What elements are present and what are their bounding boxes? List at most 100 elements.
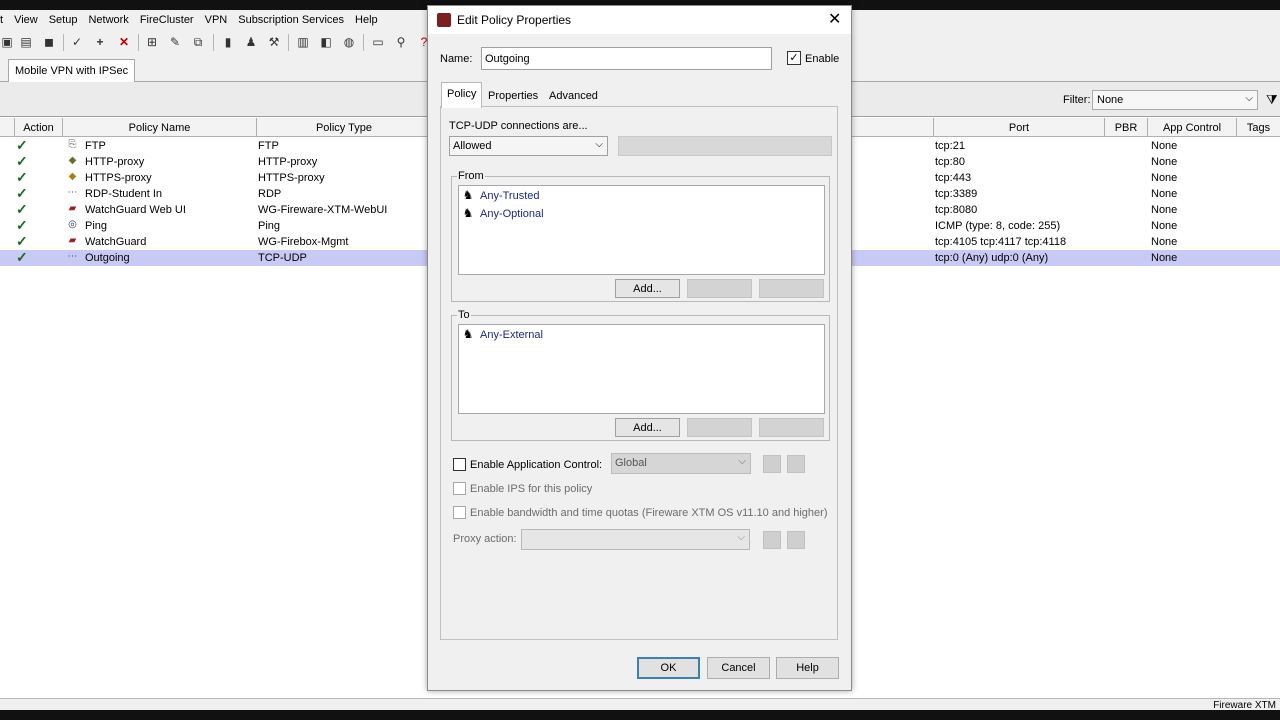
tab-mobile-vpn-ipsec[interactable]: Mobile VPN with IPSec: [8, 59, 136, 82]
app-control-value: Global: [615, 457, 647, 469]
from-remove-button: [759, 279, 824, 298]
tab-policy[interactable]: Policy: [441, 82, 483, 108]
menu-item-vpn[interactable]: VPN: [199, 14, 233, 26]
firebox-icon: ▰: [68, 203, 77, 214]
to-list[interactable]: ♞ Any-External: [458, 324, 825, 414]
app-control-edit-button: [763, 455, 781, 473]
check-icon: ✓: [16, 201, 28, 217]
funnel-icon[interactable]: ⧩: [1266, 92, 1280, 107]
menu-item-setup[interactable]: Setup: [43, 14, 83, 26]
menu-item-view[interactable]: View: [8, 14, 43, 26]
check-icon: ✓: [16, 185, 28, 201]
policy-name: HTTPS-proxy: [85, 172, 152, 184]
column-header-policy-type[interactable]: Policy Type: [257, 118, 432, 137]
policy-name: WatchGuard: [85, 236, 147, 248]
from-edit-button: [687, 279, 752, 298]
menu-item-firecluster[interactable]: FireCluster: [134, 14, 199, 26]
clipboard-icon[interactable]: ▮: [221, 35, 235, 49]
column-header-tags[interactable]: Tags: [1237, 118, 1280, 137]
column-header-hidden[interactable]: [852, 118, 934, 137]
policy-name: FTP: [85, 140, 106, 152]
alias-icon: ♞: [462, 206, 474, 220]
policy-type: HTTPS-proxy: [258, 172, 325, 184]
to-edit-button: [687, 418, 752, 437]
menu-item-network[interactable]: Network: [82, 14, 133, 26]
policy-port: tcp:8080: [935, 204, 978, 216]
toolbar-separator: [63, 34, 64, 51]
column-header-port[interactable]: Port: [934, 118, 1105, 137]
check-icon: ✓: [16, 217, 28, 233]
policy-port: ICMP (type: 8, code: 255): [935, 220, 1061, 232]
search-icon[interactable]: ⚲: [394, 35, 408, 49]
save-icon[interactable]: ▣: [0, 35, 14, 49]
policy-type: TCP-UDP: [258, 252, 307, 264]
policy-tab-panel: TCP-UDP connections are... Allowed ⌵ Fro…: [440, 106, 838, 640]
policy-name: HTTP-proxy: [85, 156, 145, 168]
toolbar-separator: [288, 34, 289, 51]
screen-icon[interactable]: ▭: [371, 35, 385, 49]
network-icon[interactable]: ⊞: [145, 35, 159, 49]
policy-name-input[interactable]: Outgoing: [481, 47, 772, 70]
edit-icon[interactable]: ✎: [168, 35, 182, 49]
floppy-icon[interactable]: ◼: [42, 35, 56, 49]
menu-item-file[interactable]: t: [0, 14, 8, 26]
wizard-icon[interactable]: ✓: [70, 35, 84, 49]
add-icon[interactable]: +: [93, 35, 107, 49]
status-bar: Fireware XTM: [0, 698, 1280, 711]
check-icon: ✓: [16, 137, 28, 153]
column-header-pbr[interactable]: PBR: [1105, 118, 1148, 137]
to-group: To ♞ Any-External Add...: [451, 309, 830, 441]
policy-port: tcp:443: [935, 172, 972, 184]
ok-button[interactable]: OK: [637, 657, 700, 679]
user-icon[interactable]: ♟: [244, 35, 258, 49]
open-icon[interactable]: ▤: [19, 35, 33, 49]
menu-item-help[interactable]: Help: [349, 14, 383, 26]
connections-select[interactable]: Allowed ⌵: [449, 136, 608, 156]
close-icon[interactable]: ✕: [828, 9, 841, 29]
from-label: From: [457, 170, 485, 182]
menu-item-subscription-services[interactable]: Subscription Services: [232, 14, 349, 26]
proxy-action-clone-button: [787, 531, 805, 549]
tab-properties[interactable]: Properties: [482, 84, 544, 107]
policy-app-control: None: [1151, 204, 1178, 216]
proxy-action-select: ⌵: [521, 529, 750, 550]
help-button[interactable]: Help: [776, 657, 839, 679]
column-header-policy-name[interactable]: Policy Name: [63, 118, 257, 137]
tab-advanced[interactable]: Advanced: [543, 84, 604, 107]
ips-label: Enable IPS for this policy: [470, 483, 593, 495]
dialog-title: Edit Policy Properties: [457, 13, 572, 27]
ftp-icon: ⎘: [68, 139, 77, 150]
document-icon[interactable]: ▥: [296, 35, 310, 49]
column-header-action[interactable]: Action: [15, 118, 63, 137]
monitor-icon[interactable]: ◍: [342, 35, 356, 49]
column-header-app-control[interactable]: App Control: [1148, 118, 1237, 137]
toolbar-separator: [213, 34, 214, 51]
dotted-line-icon: ⋯: [67, 251, 78, 262]
delete-icon[interactable]: ✕: [117, 35, 131, 49]
check-icon: ✓: [16, 233, 28, 249]
policy-type: WG-Firebox-Mgmt: [258, 236, 349, 248]
dialog-titlebar[interactable]: Edit Policy Properties ✕: [428, 6, 851, 34]
copy-icon[interactable]: ⧉: [191, 35, 205, 49]
policy-app-control: None: [1151, 236, 1178, 248]
from-list[interactable]: ♞ Any-Trusted ♞ Any-Optional: [458, 185, 825, 275]
proxy-action-label: Proxy action:: [453, 533, 517, 545]
filter-value: None: [1097, 94, 1124, 106]
report-icon[interactable]: ◧: [319, 35, 333, 49]
ips-checkbox[interactable]: [453, 482, 466, 495]
to-add-button[interactable]: Add...: [615, 418, 680, 437]
column-header-blank[interactable]: [0, 118, 15, 137]
cancel-button[interactable]: Cancel: [707, 657, 770, 679]
chevron-down-icon: ⌵: [738, 456, 746, 467]
list-item-label: Any-Optional: [480, 208, 544, 220]
policy-name: WatchGuard Web UI: [85, 204, 186, 216]
shield-check-icon: ✓: [16, 169, 28, 185]
from-add-button[interactable]: Add...: [615, 279, 680, 298]
policy-type: RDP: [258, 188, 282, 200]
filter-select[interactable]: None ⌵: [1092, 90, 1258, 110]
tools-icon[interactable]: ⚒: [267, 35, 281, 49]
connections-label: TCP-UDP connections are...: [449, 120, 588, 132]
app-control-checkbox[interactable]: [453, 458, 466, 471]
quota-checkbox[interactable]: [453, 506, 466, 519]
enable-checkbox[interactable]: ✓: [787, 51, 801, 65]
